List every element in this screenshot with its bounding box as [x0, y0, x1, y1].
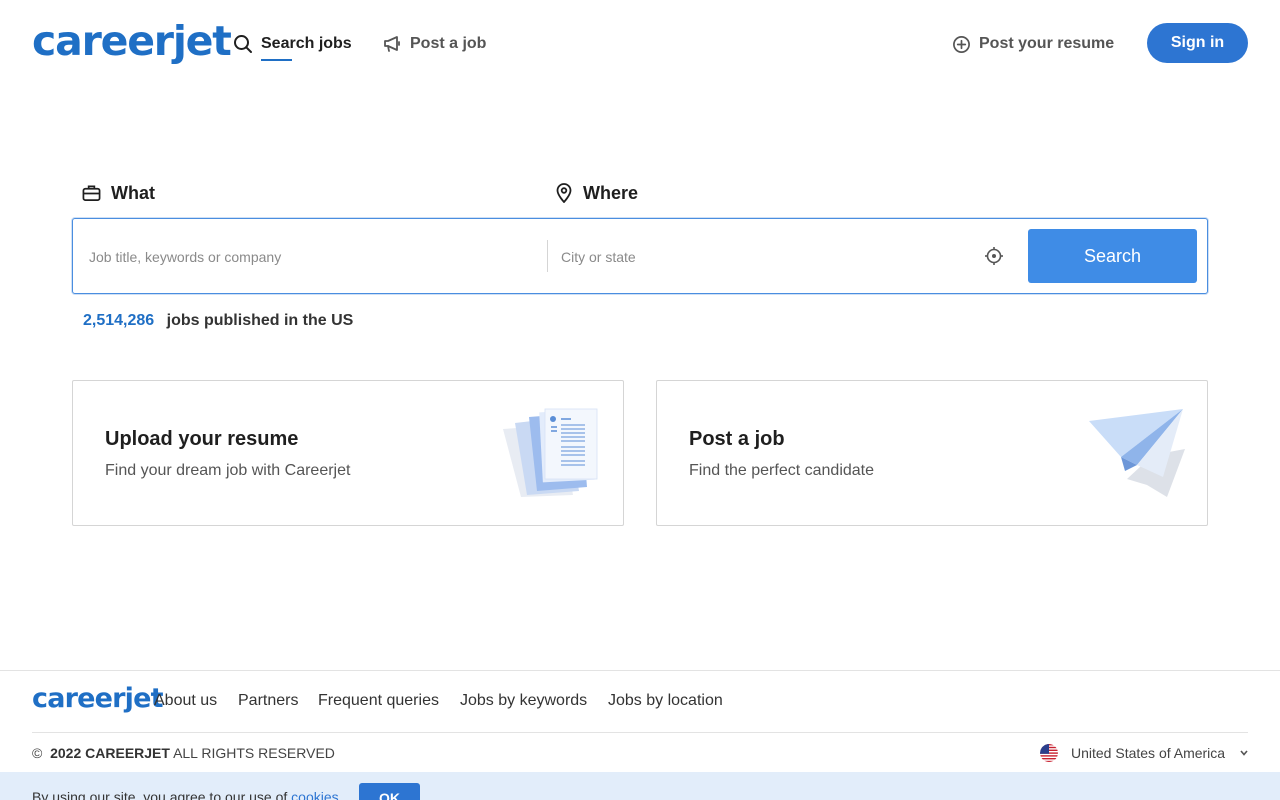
search-box: Search	[72, 218, 1208, 294]
map-pin-icon	[556, 183, 572, 203]
where-input[interactable]	[561, 241, 961, 273]
cookies-link[interactable]: cookies	[291, 789, 338, 800]
nav-post-resume[interactable]: Post your resume	[952, 33, 1114, 55]
resume-documents-illustration	[503, 408, 598, 497]
card-title: Post a job	[689, 428, 785, 450]
jobs-count-number[interactable]: 2,514,286	[83, 312, 154, 329]
cookie-banner: By using our site, you agree to our use …	[0, 772, 1280, 800]
card-subtitle: Find your dream job with Careerjet	[105, 462, 351, 479]
what-label-text: What	[111, 182, 155, 203]
search-button[interactable]: Search	[1028, 229, 1197, 283]
us-flag-icon	[1040, 744, 1058, 762]
copyright: © 2022 CAREERJET ALL RIGHTS RESERVED	[32, 745, 335, 761]
footer-divider	[32, 732, 1248, 733]
footer-link-partners[interactable]: Partners	[238, 692, 298, 710]
upload-resume-card[interactable]: Upload your resume Find your dream job w…	[72, 380, 624, 526]
chevron-down-icon	[1240, 750, 1248, 756]
nav-post-resume-label: Post your resume	[979, 35, 1115, 52]
active-tab-underline	[261, 59, 292, 61]
what-label: What	[82, 182, 155, 204]
footer-link-jobs-by-location[interactable]: Jobs by location	[608, 692, 723, 710]
copyright-rest: ALL RIGHTS RESERVED	[173, 745, 335, 761]
footer-link-jobs-by-keywords[interactable]: Jobs by keywords	[460, 692, 587, 710]
cookie-message: By using our site, you agree to our use …	[32, 789, 288, 800]
briefcase-icon	[82, 185, 101, 201]
megaphone-icon	[384, 36, 400, 52]
footer-link-about[interactable]: About us	[154, 692, 217, 710]
nav-search-jobs[interactable]: Search jobs	[233, 33, 352, 61]
copyright-symbol: ©	[32, 745, 43, 761]
plus-circle-icon	[953, 35, 970, 53]
post-job-card[interactable]: Post a job Find the perfect candidate	[656, 380, 1208, 526]
search-icon	[234, 35, 252, 53]
where-label: Where	[555, 182, 638, 204]
paper-plane-illustration	[1089, 409, 1185, 497]
crosshair-locate-icon[interactable]	[984, 246, 1004, 266]
card-subtitle: Find the perfect candidate	[689, 462, 875, 479]
country-name: United States of America	[1071, 745, 1226, 761]
country-selector[interactable]: United States of America	[1040, 743, 1249, 763]
footer-logo[interactable]: careerjet	[32, 683, 164, 714]
nav-search-jobs-label: Search jobs	[261, 35, 352, 52]
header: careerjet Search jobs Post a job Post yo…	[0, 0, 1280, 86]
search-divider	[547, 240, 548, 272]
jobs-count-suffix: jobs published in the US	[166, 312, 354, 329]
where-label-text: Where	[583, 182, 639, 203]
nav-post-job-label: Post a job	[410, 35, 487, 52]
footer-link-frequent-queries[interactable]: Frequent queries	[318, 692, 439, 710]
what-input[interactable]	[89, 241, 529, 273]
card-title: Upload your resume	[105, 428, 299, 450]
copyright-brand: 2022 CAREERJET	[50, 745, 170, 761]
sign-in-button[interactable]: Sign in	[1147, 23, 1248, 63]
footer: careerjet About us Partners Frequent que…	[0, 670, 1280, 772]
careerjet-logo[interactable]: careerjet	[32, 18, 232, 64]
cookie-text: By using our site, you agree to our use …	[32, 789, 339, 800]
nav-post-job[interactable]: Post a job	[382, 33, 486, 55]
jobs-count: 2,514,286 jobs published in the US	[83, 312, 353, 330]
cookie-ok-button[interactable]: OK	[359, 783, 420, 800]
